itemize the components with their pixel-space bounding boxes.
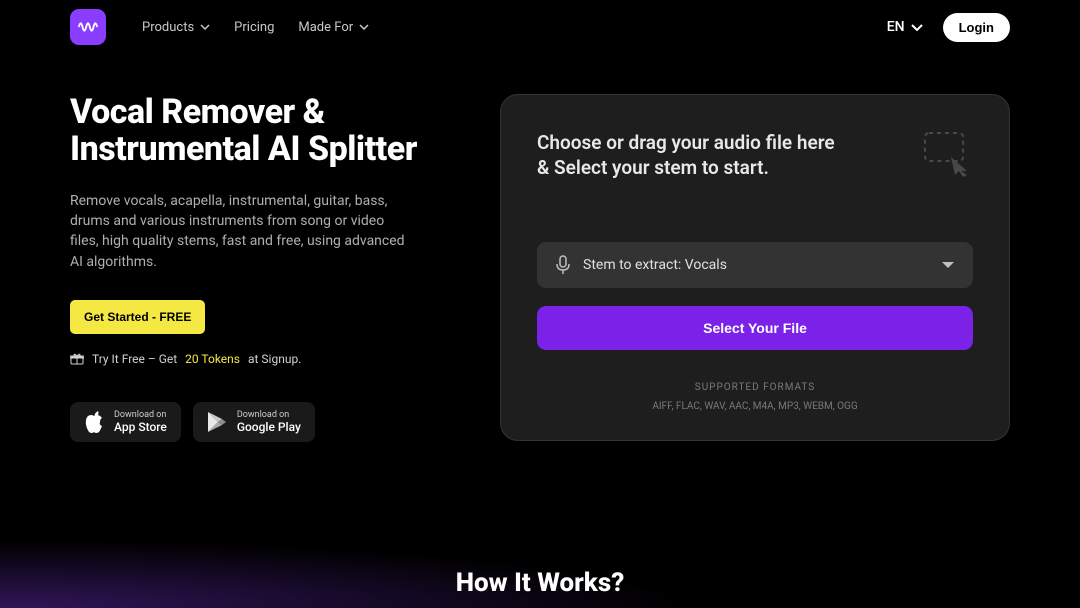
trial-suffix: at Signup. [248,352,301,366]
trial-info: Try It Free – Get 20 Tokens at Signup. [70,352,440,366]
nav-products[interactable]: Products [142,20,210,35]
store-buttons: Download on App Store Download on Google… [70,402,440,442]
google-play-text: Download on Google Play [237,410,301,434]
drag-drop-icon [923,131,973,177]
hero-description: Remove vocals, acapella, instrumental, g… [70,191,410,272]
chevron-down-icon [911,24,923,31]
trial-tokens: 20 Tokens [185,352,240,366]
stem-selector[interactable]: Stem to extract: Vocals [537,242,973,288]
panel-header: Choose or drag your audio file here & Se… [537,131,973,180]
microphone-icon [555,255,571,275]
formats-list: AIFF, FLAC, WAV, AAC, M4A, MP3, WEBM, OG… [537,401,973,412]
app-store-text: Download on App Store [114,410,167,434]
how-it-works-title: How It Works? [456,568,625,598]
nav-products-label: Products [142,20,194,35]
trial-prefix: Try It Free – Get [92,352,177,366]
nav-made-for[interactable]: Made For [298,20,369,35]
chevron-down-icon [359,24,369,30]
gift-icon [70,353,84,365]
upload-column: Choose or drag your audio file here & Se… [500,94,1010,442]
get-started-button[interactable]: Get Started - FREE [70,300,205,334]
logo-waveform-icon [77,16,99,38]
nav-pricing-label: Pricing [234,20,274,35]
google-play-small: Download on [237,410,301,420]
header-actions: EN Login [887,13,1010,42]
header: Products Pricing Made For EN Login [0,0,1080,54]
how-it-works-section: How It Works? [0,502,1080,608]
upload-panel: Choose or drag your audio file here & Se… [500,94,1010,441]
chevron-down-icon [200,24,210,30]
language-label: EN [887,19,905,35]
apple-icon [84,410,104,434]
login-button[interactable]: Login [943,13,1010,42]
google-play-button[interactable]: Download on Google Play [193,402,315,442]
app-store-button[interactable]: Download on App Store [70,402,181,442]
dropdown-arrow-icon [941,261,955,269]
main-content: Vocal Remover & Instrumental AI Splitter… [0,54,1080,442]
hero-column: Vocal Remover & Instrumental AI Splitter… [70,94,440,442]
primary-nav: Products Pricing Made For [142,20,887,35]
hero-title: Vocal Remover & Instrumental AI Splitter [70,94,440,169]
stem-left: Stem to extract: Vocals [555,255,727,275]
stem-label: Stem to extract: Vocals [583,257,727,273]
google-play-icon [207,411,227,433]
app-store-small: Download on [114,410,167,420]
app-store-big: App Store [114,420,167,434]
panel-title: Choose or drag your audio file here & Se… [537,131,837,180]
nav-made-for-label: Made For [298,20,353,35]
select-file-button[interactable]: Select Your File [537,306,973,350]
nav-pricing[interactable]: Pricing [234,20,274,35]
formats-label: SUPPORTED FORMATS [537,382,973,393]
google-play-big: Google Play [237,420,301,434]
language-selector[interactable]: EN [887,19,923,35]
logo[interactable] [70,9,106,45]
